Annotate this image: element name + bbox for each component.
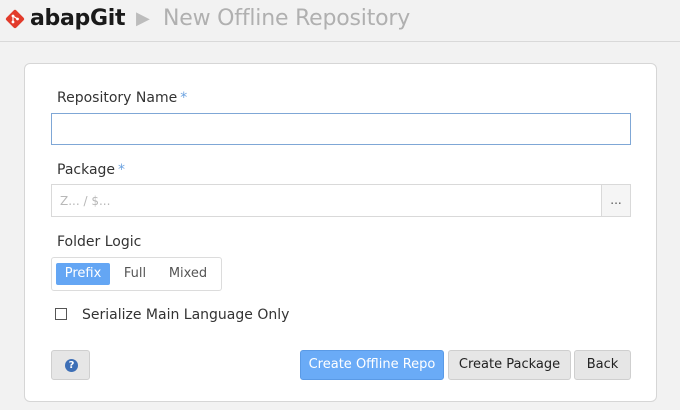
package-label: Package *: [57, 162, 125, 178]
create-package-button[interactable]: Create Package: [448, 350, 571, 380]
new-offline-repo-form: Repository Name* Package* ... Folder Log…: [24, 63, 657, 402]
folder-logic-option-full[interactable]: Full: [114, 263, 156, 285]
folder-logic-option-prefix[interactable]: Prefix: [56, 263, 110, 285]
create-offline-repo-button[interactable]: Create Offline Repo: [300, 350, 444, 380]
help-button[interactable]: ?: [51, 350, 90, 380]
serialize-main-language-checkbox[interactable]: [55, 308, 67, 320]
package-browse-button[interactable]: ...: [601, 184, 631, 217]
repo-name-label-text: Repository Name: [57, 90, 178, 106]
repo-name-input[interactable]: [51, 113, 631, 145]
back-button[interactable]: Back: [574, 350, 631, 380]
page-title: New Offline Repository: [163, 6, 411, 31]
folder-logic-segmented-control: Prefix Full Mixed: [51, 257, 222, 291]
breadcrumb-separator-icon: ▶: [136, 8, 150, 29]
app-header: abapGit ▶ New Offline Repository: [0, 0, 680, 42]
package-label-text: Package: [57, 162, 116, 178]
required-marker: *: [180, 90, 188, 106]
package-input[interactable]: [51, 184, 602, 217]
serialize-main-language-label[interactable]: Serialize Main Language Only: [82, 307, 289, 323]
required-marker: *: [118, 162, 126, 178]
folder-logic-option-mixed[interactable]: Mixed: [160, 263, 216, 285]
brand-title[interactable]: abapGit: [30, 6, 126, 31]
question-circle-icon: ?: [65, 359, 78, 372]
folder-logic-label: Folder Logic: [57, 234, 142, 250]
abapgit-logo-icon[interactable]: [5, 9, 25, 29]
repo-name-label: Repository Name *: [57, 90, 187, 106]
